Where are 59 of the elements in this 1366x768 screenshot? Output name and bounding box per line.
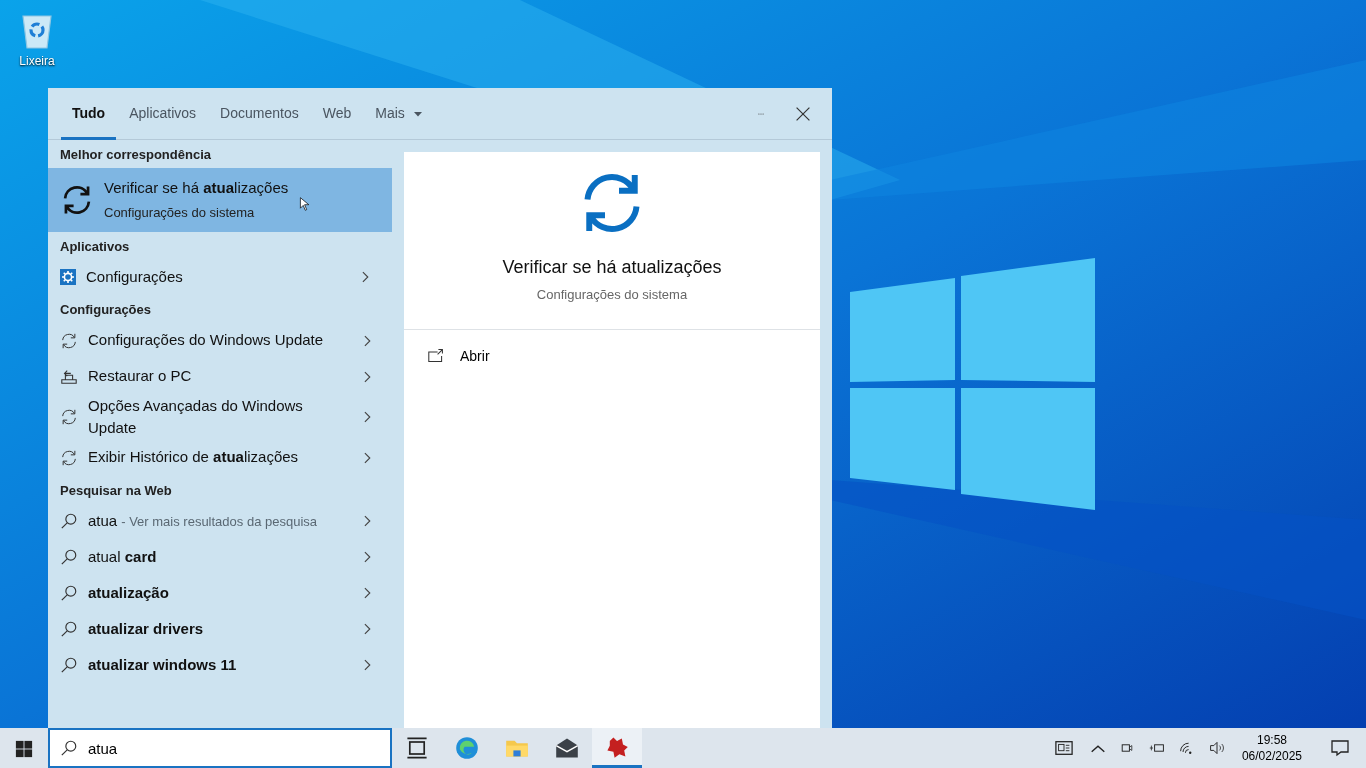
search-icon [60,739,78,757]
result-title: Exibir Histórico de atualizações [88,447,300,468]
result-item[interactable]: Configurações [48,259,392,295]
result-item[interactable]: Verificar se há atualizações Configurações do sistema [48,167,392,232]
search-icon [60,548,78,566]
result-title: atualização [88,582,170,603]
section-heading: Aplicativos [59,237,131,256]
preview-title: Verificar se há atualizações [502,256,722,279]
clock[interactable]: 19:58 06/02/2025 [1233,728,1310,768]
sync-icon [60,408,78,426]
windows-logo-icon [15,739,33,758]
tab[interactable]: Mais [363,87,435,140]
result-item[interactable]: Restaurar o PC [48,358,392,395]
result-title: Restaurar o PC [88,366,193,387]
result-item[interactable]: Opções Avançadas do Windows Update [48,394,392,440]
search-field[interactable]: atua [48,728,392,768]
result-item[interactable]: Configurações do Windows Update [48,322,392,359]
tab[interactable]: Web [310,87,364,140]
sync-icon [60,331,78,350]
browser-icon [455,736,479,761]
section-heading: Configurações [59,301,152,319]
result-item[interactable]: Exibir Histórico de atualizações [48,439,392,476]
result-item[interactable]: atua - Ver mais resultados da pesquisa [48,503,392,539]
result-title: Configurações [86,266,184,287]
settings-icon [60,269,76,285]
result-title: atualizar drivers [88,618,205,639]
result-title: Opções Avançadas do Windows Update [88,395,304,438]
envelope-icon [555,736,579,761]
result-subtitle: Configurações do sistema [104,203,255,222]
result-title: Verificar se há atualizações [104,178,289,198]
close-icon [795,106,811,123]
section-heading: Pesquisar na Web [59,481,173,500]
tab[interactable]: Documentos [208,87,311,140]
message-icon [1330,738,1350,758]
restore-icon [60,367,78,386]
preview-subtitle: Configurações do sistema [536,286,688,304]
app-button[interactable] [592,728,642,768]
search-icon [60,512,78,530]
app-icon [605,734,629,759]
tab[interactable]: Tudo [60,87,118,140]
chevron-up-icon [1090,744,1105,753]
section-heading: Melhor correspondência [59,146,212,164]
open-action[interactable]: Abrir [404,337,820,375]
sync-icon [60,448,78,467]
result-item[interactable]: atualizar drivers [48,611,392,647]
result-title: atualizar windows 11 [88,654,238,675]
result-title: Configurações do Windows Update [88,330,325,351]
search-icon [60,584,78,602]
search-icon [60,656,78,674]
search-icon [60,620,78,638]
result-item[interactable]: atual card [48,539,392,575]
result-hint: - Ver mais resultados da pesquisa [121,512,318,531]
result-item[interactable]: atualizar windows 11 [48,647,392,683]
result-title: atual card [88,546,158,567]
result-item[interactable]: atualização [48,575,392,611]
task-view-icon [405,736,429,761]
result-title: atua [88,510,118,531]
tab[interactable]: Aplicativos [117,87,209,140]
open-window-icon [428,348,444,364]
